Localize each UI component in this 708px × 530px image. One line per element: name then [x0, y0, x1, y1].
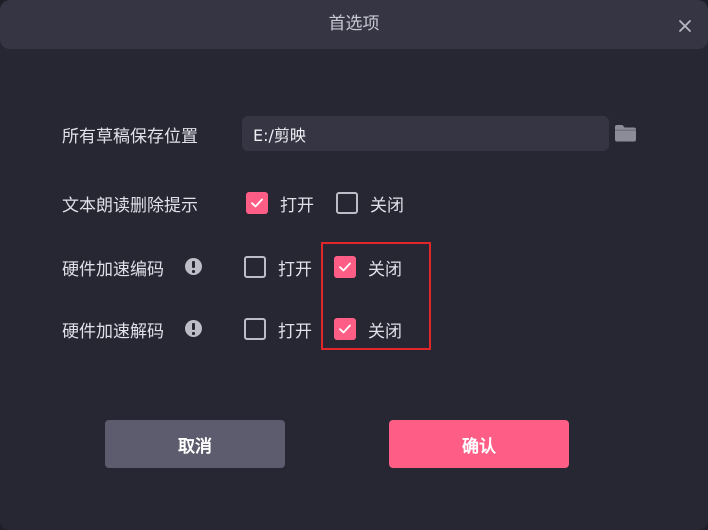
- hw-decode-on-checkbox[interactable]: [244, 318, 266, 340]
- draft-location-label: 所有草稿保存位置: [62, 127, 198, 147]
- title-bar: 首选项: [0, 0, 708, 49]
- hw-encode-on-checkbox[interactable]: [244, 256, 266, 278]
- draft-location-input[interactable]: [242, 116, 609, 151]
- info-icon[interactable]: [185, 258, 202, 275]
- hw-encode-label: 硬件加速编码: [62, 260, 164, 280]
- tts-delete-prompt-off-checkbox[interactable]: [336, 192, 358, 214]
- tts-delete-prompt-on-option[interactable]: 打开: [246, 190, 314, 216]
- close-icon[interactable]: [674, 15, 696, 37]
- preferences-dialog: 首选项 所有草稿保存位置 文本朗读删除提示 打开 关闭 硬件加速编码 打开 关闭…: [0, 0, 708, 530]
- highlight-box: [321, 242, 431, 350]
- confirm-button[interactable]: 确认: [389, 420, 569, 468]
- hw-encode-on-label: 打开: [278, 259, 312, 280]
- hw-decode-label: 硬件加速解码: [62, 322, 164, 342]
- cancel-button[interactable]: 取消: [105, 420, 285, 468]
- folder-icon[interactable]: [614, 123, 637, 143]
- tts-delete-prompt-on-label: 打开: [280, 195, 314, 216]
- tts-delete-prompt-label: 文本朗读删除提示: [62, 196, 198, 216]
- info-icon[interactable]: [185, 320, 202, 337]
- dialog-title: 首选项: [328, 14, 380, 34]
- hw-decode-on-option[interactable]: 打开: [244, 316, 312, 342]
- checkmark-icon: [251, 198, 263, 208]
- tts-delete-prompt-off-option[interactable]: 关闭: [336, 190, 404, 216]
- tts-delete-prompt-on-checkbox[interactable]: [246, 192, 268, 214]
- hw-encode-on-option[interactable]: 打开: [244, 254, 312, 280]
- hw-decode-on-label: 打开: [278, 321, 312, 342]
- tts-delete-prompt-off-label: 关闭: [370, 195, 404, 216]
